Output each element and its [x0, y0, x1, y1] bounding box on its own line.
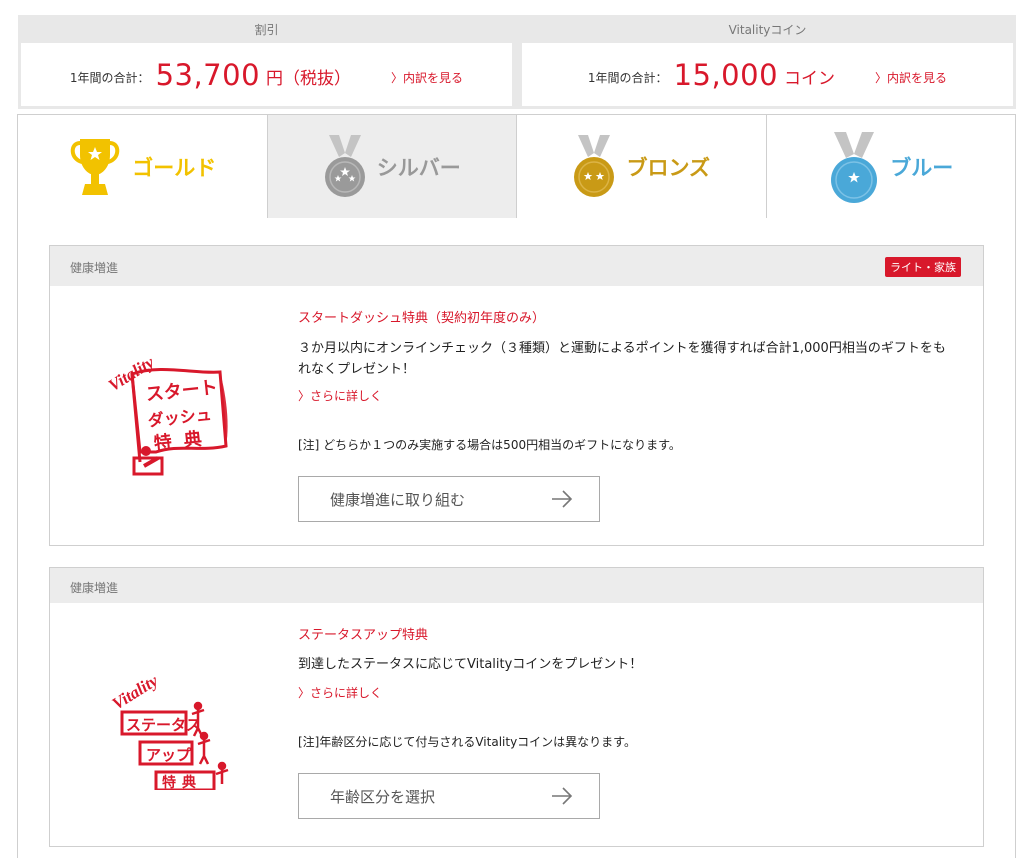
tab-bronze[interactable]: ブロンズ	[517, 115, 767, 218]
card-header: 健康増進	[50, 568, 983, 603]
more-details-link[interactable]: 〉さらに詳しく	[298, 684, 382, 701]
select-age-button[interactable]: 年齢区分を選択	[298, 773, 600, 819]
gold-trophy-icon	[71, 138, 120, 195]
tab-bronze-label: ブロンズ	[626, 155, 711, 180]
benefit-card-status-up: 健康増進 Vitality ステータス アップ 特典 ステータスアップ特典 到達…	[49, 567, 984, 847]
logo-line-3: 特典	[162, 774, 202, 790]
discount-summary: 割引 1年間の合計： 53,700 円（税抜） 〉内訳を見る	[18, 15, 515, 109]
savings-summary: 割引 1年間の合計： 53,700 円（税抜） 〉内訳を見る Vitalityコ…	[18, 15, 1016, 109]
logo-line-3: 特典	[153, 426, 215, 454]
bronze-medal-icon	[574, 134, 615, 197]
logo-line-2: ダッシュ	[147, 405, 213, 431]
start-health-button[interactable]: 健康増進に取り組む	[298, 476, 600, 522]
start-dash-logo: Vitality スタート ダッシュ 特典	[105, 352, 228, 476]
arrow-right-icon	[552, 787, 573, 805]
benefit-card-start-dash: 健康増進 ライト・家族 Vitality スタート ダッシュ 特典 スタートダッ…	[49, 245, 984, 546]
card-title: ステータスアップ特典	[298, 628, 429, 643]
coins-total-amount: 15,000	[673, 57, 779, 92]
discount-total-unit: 円（税抜）	[266, 69, 352, 89]
card-note: [注]年齢区分に応じて付与されるVitalityコインは異なります。	[298, 735, 636, 749]
coins-total-unit: コイン	[784, 69, 836, 89]
tier-tabs: ゴールド シルバー ブロンズ ブルー	[17, 114, 1016, 219]
plan-badge: ライト・家族	[885, 257, 961, 277]
tab-blue[interactable]: ブルー	[766, 115, 1015, 218]
arrow-right-icon	[552, 490, 573, 508]
button-label: 年齢区分を選択	[330, 787, 436, 806]
discount-total-box: 1年間の合計： 53,700 円（税抜） 〉内訳を見る	[21, 43, 512, 106]
status-up-logo: Vitality ステータス アップ 特典	[109, 671, 229, 790]
blue-medal-icon	[831, 131, 878, 203]
silver-medal-icon	[324, 134, 365, 197]
logo-line-1: スタート	[145, 377, 219, 405]
tab-silver-label: シルバー	[376, 155, 461, 180]
card-header: 健康増進 ライト・家族	[50, 246, 983, 286]
tab-gold[interactable]: ゴールド	[18, 115, 268, 218]
card-note: [注] どちらか１つのみ実施する場合は500円相当のギフトになります。	[298, 438, 681, 452]
tab-gold-label: ゴールド	[132, 155, 217, 180]
card-description: 到達したステータスに応じてVitalityコインをプレゼント！	[298, 657, 643, 672]
card-title: スタートダッシュ特典（契約初年度のみ）	[298, 311, 546, 326]
coins-total-label: 1年間の合計：	[587, 71, 668, 85]
coins-breakdown-link[interactable]: 〉内訳を見る	[875, 69, 947, 86]
logo-line-1: ステータス	[126, 716, 201, 734]
discount-breakdown-link[interactable]: 〉内訳を見る	[391, 69, 463, 86]
logo-brand: Vitality	[109, 671, 162, 714]
discount-total-amount: 53,700	[155, 57, 261, 92]
card-category: 健康増進	[70, 581, 119, 595]
card-description: ３か月以内にオンラインチェック（３種類）と運動によるポイントを獲得すれば合計1,…	[298, 341, 946, 377]
discount-header: 割引	[254, 23, 279, 37]
card-category: 健康増進	[70, 261, 119, 275]
tab-blue-label: ブルー	[890, 155, 954, 180]
button-label: 健康増進に取り組む	[330, 490, 466, 509]
coins-total-box: 1年間の合計： 15,000 コイン 〉内訳を見る	[522, 43, 1013, 106]
logo-line-2: アップ	[146, 746, 192, 764]
coins-summary: Vitalityコイン 1年間の合計： 15,000 コイン 〉内訳を見る	[519, 15, 1016, 109]
discount-total-label: 1年間の合計：	[69, 71, 150, 85]
tab-silver[interactable]: シルバー	[267, 115, 517, 218]
more-details-link[interactable]: 〉さらに詳しく	[298, 387, 382, 404]
coins-header: Vitalityコイン	[728, 23, 807, 37]
